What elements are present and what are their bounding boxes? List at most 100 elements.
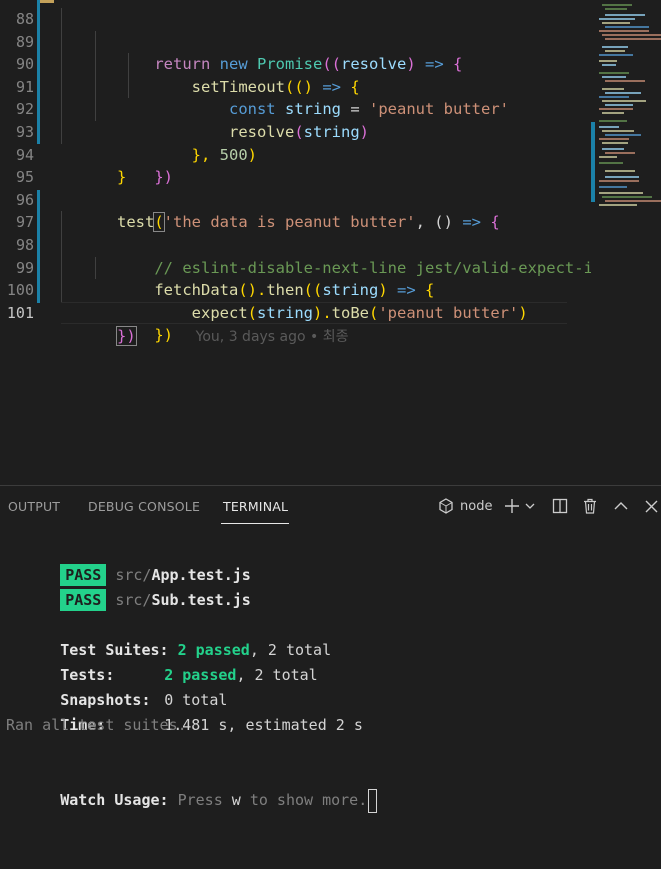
minimap-line: [599, 120, 627, 122]
minimap-line: [599, 204, 637, 206]
line-number-current: 101: [6, 303, 34, 322]
minimap-line: [599, 18, 635, 20]
minimap-line: [599, 30, 649, 32]
minimap-line: [602, 130, 634, 132]
minimap-line: [599, 126, 619, 128]
minimap-line: [602, 76, 626, 78]
code-line: }): [61, 279, 567, 344]
terminal-output[interactable]: PASS src/App.test.js PASS src/Sub.test.j…: [6, 538, 653, 813]
chevron-down-icon[interactable]: [523, 495, 537, 517]
code-editor[interactable]: 88 89 90 91 92 93 94 95 96 97 98 99 100 …: [0, 0, 661, 484]
close-icon[interactable]: [641, 495, 661, 517]
minimap-line: [599, 138, 629, 140]
minimap-line: [605, 176, 639, 178]
test-result-line: PASS src/App.test.js: [6, 538, 653, 586]
minimap-line: [605, 38, 661, 40]
line-number: 90: [15, 55, 34, 74]
minimap-line: [602, 4, 632, 6]
minimap-line: [599, 96, 629, 98]
code-line: fetchData().then((string) => {: [61, 233, 567, 299]
minimap-line: [599, 192, 643, 194]
minimap-line: [602, 196, 652, 198]
terminal-shell-icon: [436, 495, 456, 517]
code-line: return new Promise((resolve) => {: [61, 8, 567, 73]
minimap-line: [605, 80, 645, 82]
minimap-line: [605, 170, 635, 172]
code-line: const string = 'peanut butter': [61, 53, 567, 118]
code-line: }): [61, 120, 567, 186]
terminal-shell-name[interactable]: node: [460, 495, 492, 517]
code-line: // eslint-disable-next-line jest/valid-e…: [61, 211, 661, 277]
minimap-line: [602, 148, 624, 150]
minimap-line: [605, 50, 625, 52]
minimap-line: [605, 200, 661, 202]
minimap-line: [602, 34, 661, 36]
git-blame-annotation: You, 3 days ago • 최종: [195, 329, 349, 346]
tab-debug-console[interactable]: DEBUG CONSOLE: [88, 499, 200, 514]
line-number: 95: [15, 168, 34, 187]
bottom-panel: OUTPUT DEBUG CONSOLE TERMINAL node PASS …: [0, 485, 661, 869]
minimap-line: [599, 156, 617, 158]
minimap-line: [602, 88, 624, 90]
minimap[interactable]: [591, 0, 661, 484]
minimap-line: [605, 134, 641, 136]
minimap-line: [602, 100, 646, 102]
split-terminal-icon[interactable]: [550, 495, 570, 517]
git-modified-bar[interactable]: [37, 190, 40, 303]
editor-top-indicator: [40, 0, 54, 3]
line-number: 98: [15, 235, 34, 254]
code-line: }, 500): [61, 98, 567, 164]
panel-tabs: OUTPUT DEBUG CONSOLE TERMINAL node: [0, 486, 661, 526]
minimap-line: [605, 92, 641, 94]
minimap-line: [599, 162, 623, 164]
line-number: 93: [15, 122, 34, 141]
active-tab-indicator: [221, 523, 289, 524]
minimap-line: [605, 26, 649, 28]
line-number: 92: [15, 100, 34, 119]
line-number: 94: [15, 145, 34, 164]
code-line: test('the data is peanut butter', () => …: [117, 212, 500, 233]
minimap-line: [602, 46, 628, 48]
watch-usage-line: Watch Usage: Press w to show more.: [6, 763, 653, 813]
line-number: 97: [15, 213, 34, 232]
code-line-current: }) You, 3 days ago • 최종: [61, 301, 567, 347]
code-line: }: [117, 168, 127, 187]
tab-output[interactable]: OUTPUT: [8, 499, 60, 514]
minimap-line: [602, 112, 624, 114]
git-modified-bar[interactable]: [37, 0, 40, 144]
line-number: 100: [6, 281, 34, 300]
line-number: 96: [15, 190, 34, 209]
minimap-line: [599, 72, 629, 74]
minimap-line: [599, 186, 627, 188]
line-number: 89: [15, 32, 34, 51]
code-line: setTimeout(() => {: [61, 30, 567, 96]
code-content[interactable]: return new Promise((resolve) => { setTim…: [61, 8, 661, 347]
line-number: 91: [15, 77, 34, 96]
minimap-line: [602, 142, 628, 144]
trash-icon[interactable]: [580, 495, 600, 517]
minimap-change-marker: [591, 122, 595, 202]
maximize-panel-chevron-up-icon[interactable]: [611, 495, 631, 517]
tab-terminal[interactable]: TERMINAL: [223, 499, 288, 514]
summary-test-suites: Test Suites: 2 passed, 2 total: [60, 641, 332, 659]
line-number: 99: [15, 258, 34, 277]
pass-badge: PASS: [60, 589, 107, 611]
minimap-line: [605, 14, 645, 16]
minimap-line: [599, 60, 617, 62]
code-line: resolve(string): [61, 75, 567, 141]
pass-badge: PASS: [60, 564, 107, 586]
minimap-line: [602, 22, 630, 24]
code-line: expect(string).toBe('peanut butter'): [61, 256, 567, 322]
minimap-line: [599, 108, 633, 110]
new-terminal-plus-icon[interactable]: [502, 495, 522, 517]
line-number: 88: [15, 10, 34, 28]
minimap-line: [605, 104, 633, 106]
line-number-gutter: 88 89 90 91 92 93 94 95 96 97 98 99 100 …: [0, 8, 34, 324]
minimap-line: [599, 180, 639, 182]
terminal-cursor: [368, 788, 378, 813]
minimap-line: [605, 152, 635, 154]
minimap-line: [602, 64, 616, 66]
minimap-line: [605, 8, 627, 10]
